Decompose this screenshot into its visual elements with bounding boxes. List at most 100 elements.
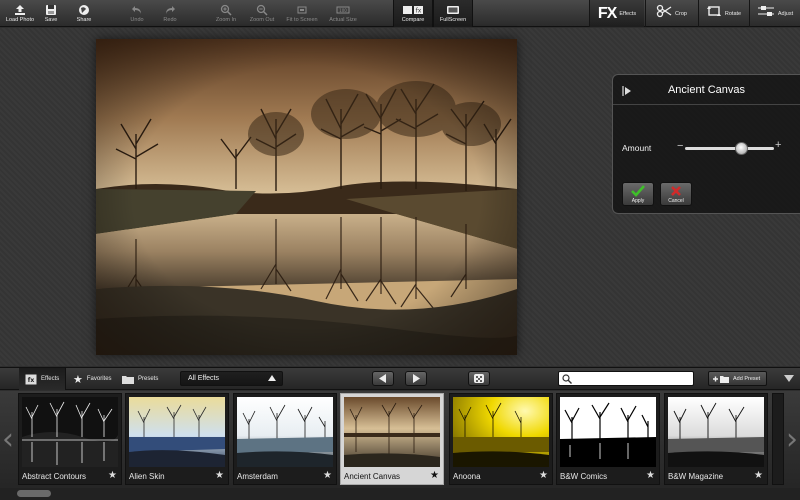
scroll-left-icon[interactable]: ‹ — [2, 419, 14, 459]
scissors-icon — [656, 4, 672, 23]
dice-icon — [474, 374, 484, 383]
cross-icon — [671, 185, 681, 196]
compare-icon: fx — [402, 3, 424, 16]
tab-effects-label: Effects — [41, 376, 60, 382]
fullscreen-icon — [446, 3, 460, 16]
panel-header: Ancient Canvas — [613, 75, 800, 105]
favorite-star-icon[interactable]: ★ — [323, 470, 332, 481]
adjust-button[interactable]: Adjust — [749, 0, 800, 27]
effect-name: Abstract Contours — [22, 472, 87, 481]
tab-favorites[interactable]: ★ Favorites — [67, 368, 115, 390]
effect-thumbnail[interactable]: Alien Skin ★ — [125, 393, 229, 485]
favorite-star-icon[interactable]: ★ — [539, 470, 548, 481]
upload-icon — [14, 3, 26, 16]
amount-increase-icon[interactable]: + — [775, 139, 781, 151]
effects-filter-select[interactable]: All Effects — [180, 371, 283, 386]
top-toolbar: Load Photo Save Share Undo Redo Zoom In — [0, 0, 800, 27]
next-effect-button[interactable] — [405, 371, 427, 386]
effect-name: Alien Skin — [129, 472, 165, 481]
canvas-area: Ancient Canvas Amount − + Apply Cancel — [0, 28, 800, 366]
svg-text:fx: fx — [28, 377, 35, 384]
crop-button[interactable]: Crop — [645, 0, 697, 27]
effects-browser-bar: fx Effects ★ Favorites Presets All Effec… — [0, 367, 800, 390]
rotate-button[interactable]: Rotate — [698, 0, 748, 27]
panel-title: Ancient Canvas — [667, 83, 746, 96]
compare-button[interactable]: fx Compare — [393, 0, 433, 27]
actual-size-label: Actual Size — [329, 17, 357, 23]
load-photo-label: Load Photo — [5, 17, 35, 23]
tab-presets-label: Presets — [138, 376, 159, 382]
effect-thumbnail[interactable]: B&W Magazine ★ — [664, 393, 768, 485]
effect-name: Amsterdam — [237, 472, 278, 481]
effect-name: B&W Magazine — [668, 472, 724, 481]
zoom-out-label: Zoom Out — [249, 17, 275, 23]
favorite-star-icon[interactable]: ★ — [754, 470, 763, 481]
favorite-star-icon[interactable]: ★ — [430, 470, 439, 481]
save-icon — [45, 3, 57, 16]
effect-thumbnail[interactable]: Anoona ★ — [449, 393, 553, 485]
effect-preview-image — [668, 397, 764, 467]
fit-to-screen-button[interactable]: Fit to Screen — [282, 0, 322, 27]
effect-preview-image — [22, 397, 118, 467]
search-icon — [562, 374, 572, 384]
photo-preview[interactable] — [96, 39, 517, 355]
effect-name: Ancient Canvas — [344, 472, 401, 481]
cancel-button[interactable]: Cancel — [660, 182, 692, 206]
previous-effect-button[interactable] — [372, 371, 394, 386]
fx-box-icon: fx — [25, 374, 37, 384]
adjust-label: Adjust — [777, 10, 794, 17]
checkmark-icon — [631, 184, 645, 197]
zoom-in-label: Zoom In — [215, 17, 237, 23]
tab-favorites-label: Favorites — [86, 376, 112, 382]
effect-preview-image — [237, 397, 333, 467]
scrollbar-handle[interactable] — [17, 490, 51, 497]
scroll-right-icon[interactable]: › — [786, 419, 798, 459]
fullscreen-button[interactable]: FullScreen — [433, 0, 473, 27]
dropdown-arrow-icon — [268, 375, 276, 381]
effect-thumbnail[interactable]: Abstract Contours ★ — [18, 393, 122, 485]
amount-label: Amount — [622, 143, 652, 153]
save-label: Save — [44, 17, 58, 23]
arrow-left-icon — [379, 374, 386, 383]
tab-effects[interactable]: fx Effects — [19, 368, 66, 390]
tab-presets[interactable]: Presets — [116, 368, 164, 390]
effects-mode-button[interactable]: FX Effects — [589, 0, 644, 27]
redo-button[interactable]: Redo — [150, 0, 190, 27]
share-label: Share — [76, 17, 92, 23]
effect-preview-image — [560, 397, 656, 467]
collapse-browser-icon[interactable] — [784, 375, 794, 382]
effect-thumbnail-selected[interactable]: Ancient Canvas ★ — [340, 393, 444, 485]
random-effect-button[interactable] — [468, 371, 490, 386]
amount-slider-track[interactable] — [685, 147, 774, 150]
zoom-out-button[interactable]: Zoom Out — [242, 0, 282, 27]
presets-folder-icon — [122, 376, 134, 384]
redo-label: Redo — [163, 17, 177, 23]
rotate-icon — [706, 4, 722, 23]
effect-preview-image — [453, 397, 549, 467]
favorite-star-icon[interactable]: ★ — [646, 470, 655, 481]
fx-logo-icon: FX — [597, 4, 617, 22]
next-thumbnail-edge — [772, 393, 784, 485]
sliders-icon — [757, 4, 775, 23]
effects-search-box — [558, 371, 694, 386]
effect-preview-image — [344, 397, 440, 467]
effects-search-input[interactable] — [573, 373, 691, 384]
apply-button[interactable]: Apply — [622, 182, 654, 206]
effect-thumbnail[interactable]: Amsterdam ★ — [233, 393, 337, 485]
fullscreen-label: FullScreen — [439, 17, 467, 23]
amount-slider-knob[interactable] — [735, 142, 749, 155]
redo-icon — [164, 3, 176, 16]
amount-decrease-icon[interactable]: − — [677, 140, 683, 152]
favorite-star-icon[interactable]: ★ — [108, 470, 117, 481]
zoom-in-button[interactable]: Zoom In — [206, 0, 246, 27]
arrow-right-icon — [413, 374, 420, 383]
actual-size-button[interactable]: 100 Actual Size — [323, 0, 363, 27]
effect-thumbnail[interactable]: B&W Comics ★ — [556, 393, 660, 485]
fit-to-screen-label: Fit to Screen — [286, 17, 318, 23]
star-icon: ★ — [73, 372, 83, 386]
favorite-star-icon[interactable]: ★ — [215, 470, 224, 481]
share-button[interactable]: Share — [64, 0, 104, 27]
add-preset-button[interactable]: Add Preset — [708, 371, 767, 386]
undo-icon — [131, 3, 143, 16]
thumbnail-scrollbar[interactable] — [0, 488, 800, 500]
